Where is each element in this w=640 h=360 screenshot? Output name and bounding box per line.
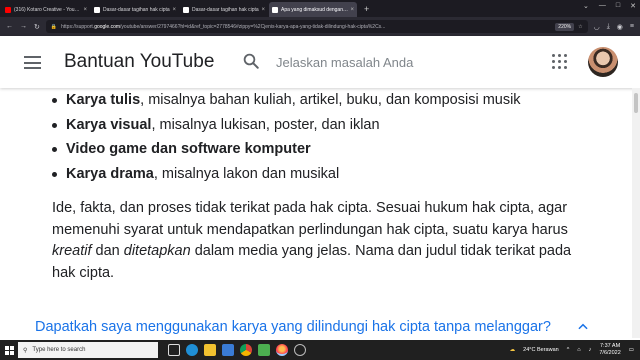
menu-icon[interactable]: ≡ — [630, 23, 634, 31]
app-icon[interactable] — [258, 344, 270, 356]
work-types-list: Karya tulis, misalnya bahan kuliah, arti… — [50, 90, 610, 188]
paragraph-text: dan — [91, 243, 124, 259]
paragraph-emphasis: kreatif — [52, 243, 92, 259]
tray-chevron-icon[interactable]: ^ — [567, 347, 570, 353]
weather-icon[interactable]: ☁ — [510, 347, 516, 353]
main-menu-icon[interactable] — [24, 56, 41, 69]
browser-tab-strip: (316) Kotaro Creative - YouTube × Dasar-… — [0, 0, 640, 17]
network-icon[interactable]: ⌂ — [577, 347, 580, 353]
downloads-icon[interactable]: ⤓ — [607, 23, 610, 31]
date: 7/6/2022 — [599, 350, 621, 356]
scrollbar[interactable] — [632, 88, 640, 338]
clock[interactable]: 7:37 AM 7/6/2022 — [599, 343, 620, 357]
url-domain: google.com — [94, 23, 121, 30]
new-tab-icon[interactable]: + — [358, 4, 375, 14]
firefox-icon[interactable] — [276, 344, 288, 356]
forward-icon[interactable]: → — [20, 23, 27, 31]
edge-icon[interactable] — [186, 344, 198, 356]
zoom-level[interactable]: 220% — [555, 22, 575, 31]
window-controls: ⌄ — □ ✕ — [583, 2, 636, 10]
taskbar-search-placeholder: Type here to search — [32, 347, 86, 353]
bookmark-star-icon[interactable]: ☆ — [578, 24, 582, 30]
maximize-icon[interactable]: □ — [616, 2, 620, 10]
task-view-icon[interactable] — [168, 344, 180, 356]
search-input[interactable] — [276, 54, 536, 70]
windows-start-icon[interactable] — [0, 340, 18, 360]
time: 7:37 AM — [599, 343, 621, 349]
reload-icon[interactable]: ↻ — [34, 23, 40, 31]
list-item: Karya visual, misalnya lukisan, poster, … — [50, 115, 610, 140]
apps-grid-icon[interactable] — [552, 54, 567, 69]
taskbar-search[interactable]: ⚲ Type here to search — [18, 342, 158, 358]
list-item: Karya drama, misalnya lakon dan musikal — [50, 164, 610, 189]
paragraph-emphasis: ditetapkan — [123, 243, 191, 259]
faq-question[interactable]: Dapatkah saya menggunakan karya yang dil… — [35, 319, 551, 335]
tab-title: Dasar-dasar tagihan hak cipta — [192, 6, 259, 13]
list-item-bold: Karya tulis — [66, 92, 141, 108]
paragraph-text: Ide, fakta, dan proses tidak terikat pad… — [52, 200, 568, 238]
list-item-bold: Video game dan software komputer — [66, 141, 311, 157]
google-favicon-icon — [272, 6, 278, 13]
app-icon[interactable] — [294, 344, 306, 356]
list-item: Karya tulis, misalnya bahan kuliah, arti… — [50, 90, 610, 115]
help-header: Bantuan YouTube — [0, 36, 640, 88]
avatar[interactable] — [588, 47, 618, 77]
lock-icon: 🔒 — [50, 23, 58, 30]
google-favicon-icon — [183, 6, 189, 13]
faq-accordion-header[interactable]: Dapatkah saya menggunakan karya yang dil… — [35, 318, 600, 336]
copyright-paragraph: Ide, fakta, dan proses tidak terikat pad… — [52, 198, 592, 284]
chrome-icon[interactable] — [240, 344, 252, 356]
browser-tab[interactable]: (316) Kotaro Creative - YouTube × — [2, 2, 90, 17]
list-item-bold: Karya visual — [66, 116, 152, 133]
system-tray: ☁ 24°C Berawan ^ ⌂ ♪ 7:37 AM 7/6/2022 ▭ — [510, 343, 640, 357]
tab-title: Dasar-dasar tagihan hak cipta — [103, 6, 170, 13]
pocket-icon[interactable]: ◡ — [594, 23, 600, 31]
account-icon[interactable]: ◉ — [617, 23, 623, 31]
browser-tab-active[interactable]: Apa yang dimaksud dengan hak × — [269, 2, 357, 17]
close-tab-icon[interactable]: × — [83, 7, 87, 13]
taskbar: ⚲ Type here to search ☁ 24°C Berawan ^ ⌂… — [0, 340, 640, 360]
list-item-text: , misalnya lukisan, poster, dan iklan — [151, 116, 380, 133]
list-item: Video game dan software komputer — [50, 139, 610, 164]
article-body: Karya tulis, misalnya bahan kuliah, arti… — [50, 90, 610, 188]
notifications-icon[interactable]: ▭ — [629, 347, 634, 353]
browser-tab[interactable]: Dasar-dasar tagihan hak cipta × — [91, 2, 179, 17]
url-prefix: https://support. — [61, 23, 95, 30]
weather-text[interactable]: 24°C Berawan — [523, 347, 559, 353]
list-item-text: , misalnya bahan kuliah, artikel, buku, … — [140, 92, 521, 108]
chevron-up-icon[interactable] — [576, 320, 590, 334]
search-icon[interactable] — [242, 52, 260, 70]
back-icon[interactable]: ← — [6, 23, 13, 31]
close-tab-icon[interactable]: × — [172, 7, 176, 13]
address-bar[interactable]: 🔒 https://support. google.com/youtube/ans… — [45, 20, 588, 33]
tab-title: (316) Kotaro Creative - YouTube — [14, 6, 82, 13]
youtube-favicon-icon — [5, 6, 11, 13]
list-item-text: , misalnya lakon dan musikal — [153, 165, 340, 182]
browser-tab[interactable]: Dasar-dasar tagihan hak cipta × — [180, 2, 268, 17]
browser-toolbar: ← → ↻ 🔒 https://support. google.com/youtu… — [0, 17, 640, 36]
list-tabs-icon[interactable]: ⌄ — [583, 2, 589, 10]
minimize-icon[interactable]: — — [599, 2, 606, 10]
taskbar-apps — [168, 344, 306, 356]
list-item-bold: Karya drama — [66, 165, 154, 182]
page-title[interactable]: Bantuan YouTube — [64, 51, 214, 73]
close-window-icon[interactable]: ✕ — [630, 2, 636, 10]
google-favicon-icon — [94, 6, 100, 13]
store-icon[interactable] — [222, 344, 234, 356]
close-tab-icon[interactable]: × — [350, 7, 354, 13]
search-icon: ⚲ — [23, 347, 28, 354]
url-path: /youtube/answer/2797466?hl=id&ref_topic=… — [120, 23, 386, 30]
file-explorer-icon[interactable] — [204, 344, 216, 356]
scrollbar-thumb[interactable] — [634, 93, 638, 113]
close-tab-icon[interactable]: × — [261, 7, 265, 13]
tab-title: Apa yang dimaksud dengan hak — [281, 6, 349, 13]
volume-icon[interactable]: ♪ — [589, 347, 592, 353]
